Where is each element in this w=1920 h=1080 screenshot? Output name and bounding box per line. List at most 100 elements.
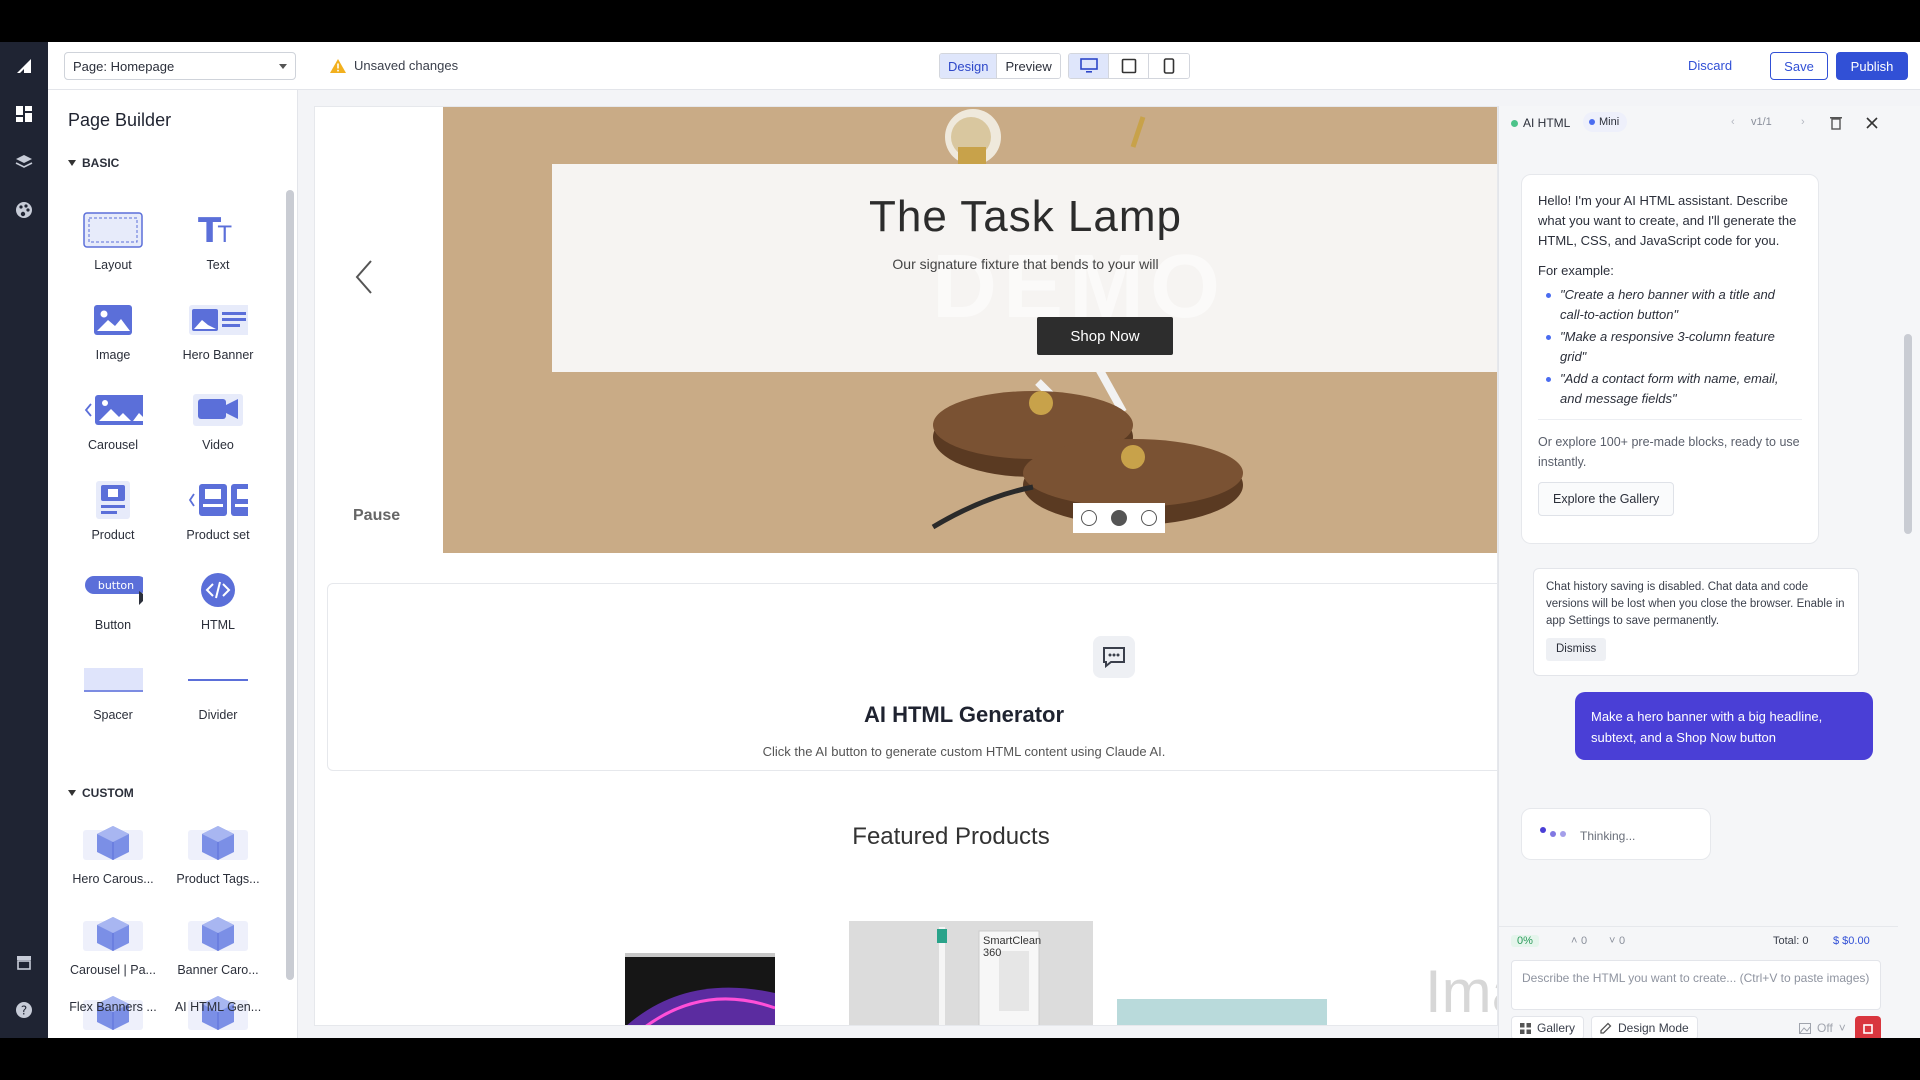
widget-product-set[interactable]: Product set <box>168 470 268 550</box>
product-image-partial[interactable] <box>1117 999 1327 1025</box>
basic-section-label: BASIC <box>82 156 120 170</box>
discard-link[interactable]: Discard <box>1688 58 1732 73</box>
design-mode-toggle[interactable]: Design Mode <box>1591 1016 1698 1038</box>
chevron-right-icon[interactable]: › <box>1801 116 1805 128</box>
version-indicator: v1/1 <box>1751 116 1772 128</box>
ai-panel-header: AI HTML Mini ‹ v1/1 › <box>1499 106 1899 146</box>
custom-widget-product-tags[interactable]: Product Tags... <box>168 814 268 894</box>
widget-text[interactable]: TT Text <box>168 200 268 280</box>
gallery-button[interactable]: Gallery <box>1511 1016 1585 1038</box>
widget-carousel[interactable]: Carousel <box>63 380 163 460</box>
cube-icon <box>188 913 248 957</box>
model-select[interactable]: Mini <box>1583 112 1628 132</box>
tablet-view-button[interactable] <box>1109 54 1149 78</box>
cube-icon <box>188 822 248 866</box>
page-canvas: Pause DEMO The Task Lamp Our signature f… <box>314 106 1498 1026</box>
storefront-icon[interactable] <box>12 950 36 974</box>
unsaved-label: Unsaved changes <box>354 58 459 73</box>
dashboard-icon[interactable] <box>12 102 36 126</box>
example-item: "Create a hero banner with a title and c… <box>1546 285 1802 325</box>
widget-label: Banner Caro... <box>177 963 259 977</box>
desktop-icon <box>1079 58 1098 73</box>
widget-image[interactable]: Image <box>63 290 163 370</box>
custom-widget-hero-carousel[interactable]: Hero Carous... <box>63 814 163 894</box>
preview-mode-button[interactable]: Preview <box>997 54 1060 78</box>
prompt-input[interactable]: Describe the HTML you want to create... … <box>1511 960 1881 1010</box>
close-button[interactable] <box>1861 112 1883 134</box>
sidebar-title: Page Builder <box>68 110 172 130</box>
carousel-pause-button[interactable]: Pause <box>353 507 400 525</box>
generator-subtitle: Click the AI button to generate custom H… <box>762 744 1166 759</box>
widget-layout[interactable]: Layout <box>63 200 163 280</box>
image-toggle-label: Off <box>1817 1021 1833 1035</box>
ai-html-generator-block[interactable]: AI HTML Generator Click the AI button to… <box>327 583 1497 771</box>
carousel-dot[interactable] <box>1141 510 1157 526</box>
history-notice: Chat history saving is disabled. Chat da… <box>1533 568 1859 676</box>
arrow-up-icon: ˄ <box>1571 935 1578 947</box>
custom-widget-banner-carousel[interactable]: Banner Caro... <box>168 905 268 985</box>
widget-product[interactable]: Product <box>63 470 163 550</box>
chevron-left-icon[interactable]: ‹ <box>1731 116 1735 128</box>
delete-button[interactable] <box>1825 112 1847 134</box>
ai-html-panel: AI HTML Mini ‹ v1/1 › Hello! I'm your AI… <box>1498 106 1899 1038</box>
widget-label: AI HTML Gen... <box>174 1000 262 1014</box>
hero-title: The Task Lamp <box>868 192 1182 241</box>
widget-divider[interactable]: Divider <box>168 650 268 730</box>
widget-hero-banner[interactable]: Hero Banner <box>168 290 268 370</box>
carousel-dot[interactable] <box>1081 510 1097 526</box>
custom-widget-carousel-pa[interactable]: Carousel | Pa... <box>63 905 163 985</box>
usage-stats: 0% ˄ 0 ˅ 0 Total: 0 $ $0.00 <box>1499 926 1899 950</box>
carousel-prev-button[interactable] <box>349 257 379 297</box>
status-dot <box>1511 120 1518 127</box>
typing-dot <box>1560 831 1566 837</box>
product-icon <box>83 478 143 522</box>
grid-icon <box>1520 1022 1531 1034</box>
unsaved-indicator: Unsaved changes <box>330 58 458 73</box>
explore-gallery-button[interactable]: Explore the Gallery <box>1538 482 1675 516</box>
dismiss-button[interactable]: Dismiss <box>1546 638 1607 661</box>
page-select[interactable]: Page: Homepage <box>64 52 296 80</box>
theme-palette-icon[interactable] <box>12 198 36 222</box>
widget-spacer[interactable]: Spacer <box>63 650 163 730</box>
publish-button[interactable]: Publish <box>1836 52 1908 80</box>
design-mode-button[interactable]: Design <box>940 54 998 78</box>
mobile-view-button[interactable] <box>1149 54 1189 78</box>
hero-text-box: DEMO The Task Lamp Our signature fixture… <box>552 164 1497 372</box>
arrow-down-icon: ˅ <box>1609 935 1616 947</box>
ai-panel-scrollbar[interactable] <box>1898 106 1920 1038</box>
stop-icon <box>1863 1024 1873 1034</box>
assistant-intro: Hello! I'm your AI HTML assistant. Descr… <box>1538 193 1797 248</box>
product-image-toothbrush[interactable]: SmartClean 360 <box>849 921 1093 1025</box>
total-tokens: Total: 0 <box>1773 935 1809 947</box>
save-button[interactable]: Save <box>1770 52 1828 80</box>
custom-section-label: CUSTOM <box>82 786 134 800</box>
widget-label: Hero Banner <box>182 348 254 362</box>
tokens-in: 0 <box>1581 935 1588 947</box>
chevron-down-icon: ˅ <box>1838 1021 1846 1035</box>
send-button[interactable] <box>1855 1016 1881 1038</box>
scrollbar-thumb[interactable] <box>1904 334 1912 534</box>
chevron-left-icon <box>355 260 372 294</box>
product-set-icon <box>188 478 248 522</box>
mobile-icon <box>1163 58 1175 74</box>
image-toggle[interactable]: Off ˅ <box>1791 1016 1854 1038</box>
shop-now-button[interactable]: Shop Now <box>1037 317 1173 355</box>
custom-section-toggle[interactable]: CUSTOM <box>68 786 134 800</box>
widget-video[interactable]: Video <box>168 380 268 460</box>
svg-text:?: ? <box>21 1004 27 1018</box>
example-list: "Create a hero banner with a title and c… <box>1546 285 1802 409</box>
desktop-view-button[interactable] <box>1069 54 1109 78</box>
brand-logo-icon[interactable] <box>12 54 36 78</box>
carousel-dot-active[interactable] <box>1111 510 1127 526</box>
device-toggle <box>1068 53 1190 79</box>
widget-html[interactable]: HTML <box>168 560 268 640</box>
widget-label: Hero Carous... <box>72 872 154 886</box>
basic-section-toggle[interactable]: BASIC <box>68 156 119 170</box>
layers-icon[interactable] <box>12 150 36 174</box>
example-item: "Add a contact form with name, email, an… <box>1546 369 1802 409</box>
widget-button[interactable]: button Button <box>63 560 163 640</box>
product-image-laptop[interactable] <box>625 953 775 1025</box>
sidebar-scrollbar[interactable] <box>286 190 294 980</box>
caret-down-icon <box>68 160 76 166</box>
help-icon[interactable]: ? <box>12 998 36 1022</box>
